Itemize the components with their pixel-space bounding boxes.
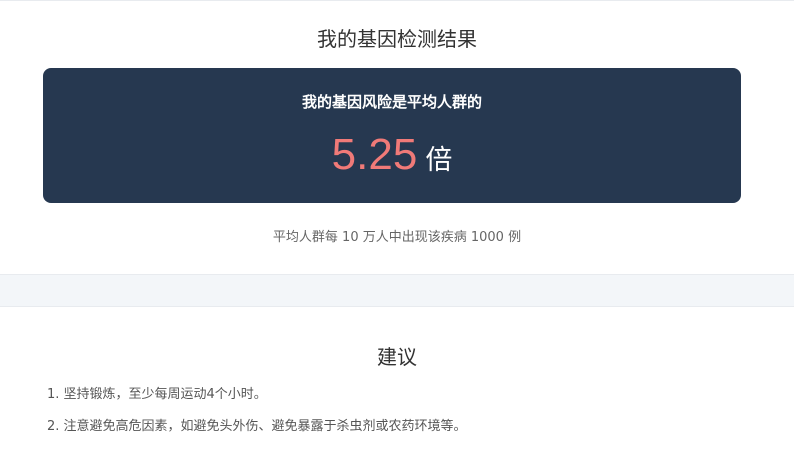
risk-multiplier-unit: 倍 [425, 145, 453, 176]
advice-title: 建议 [377, 345, 417, 369]
baseline-incidence-note: 平均人群每 10 万人中出现该疾病 1000 例 [272, 230, 522, 245]
risk-multiplier-value: 5.25 [331, 130, 418, 179]
advice-item: 2. 注意避免高危因素，如避免头外伤、避免暴露于杀虫剂或农药环境等。 [47, 419, 467, 434]
risk-panel: 我的基因风险是平均人群的 5.25 倍 [43, 68, 741, 203]
advice-item: 1. 坚持锻炼，至少每周运动4个小时。 [47, 387, 267, 402]
risk-label: 我的基因风险是平均人群的 [301, 93, 482, 111]
section-divider [0, 276, 794, 306]
risk-value-row: 5.25 倍 [43, 130, 741, 180]
advice-list: 1. 坚持锻炼，至少每周运动4个小时。 2. 注意避免高危因素，如避免头外伤、避… [47, 387, 467, 451]
page-title: 我的基因检测结果 [317, 27, 477, 51]
result-card: 我的基因检测结果 我的基因风险是平均人群的 5.25 倍 平均人群每 10 万人中… [0, 0, 794, 275]
advice-card: 建议 1. 坚持锻炼，至少每周运动4个小时。 2. 注意避免高危因素，如避免头外… [0, 306, 794, 457]
